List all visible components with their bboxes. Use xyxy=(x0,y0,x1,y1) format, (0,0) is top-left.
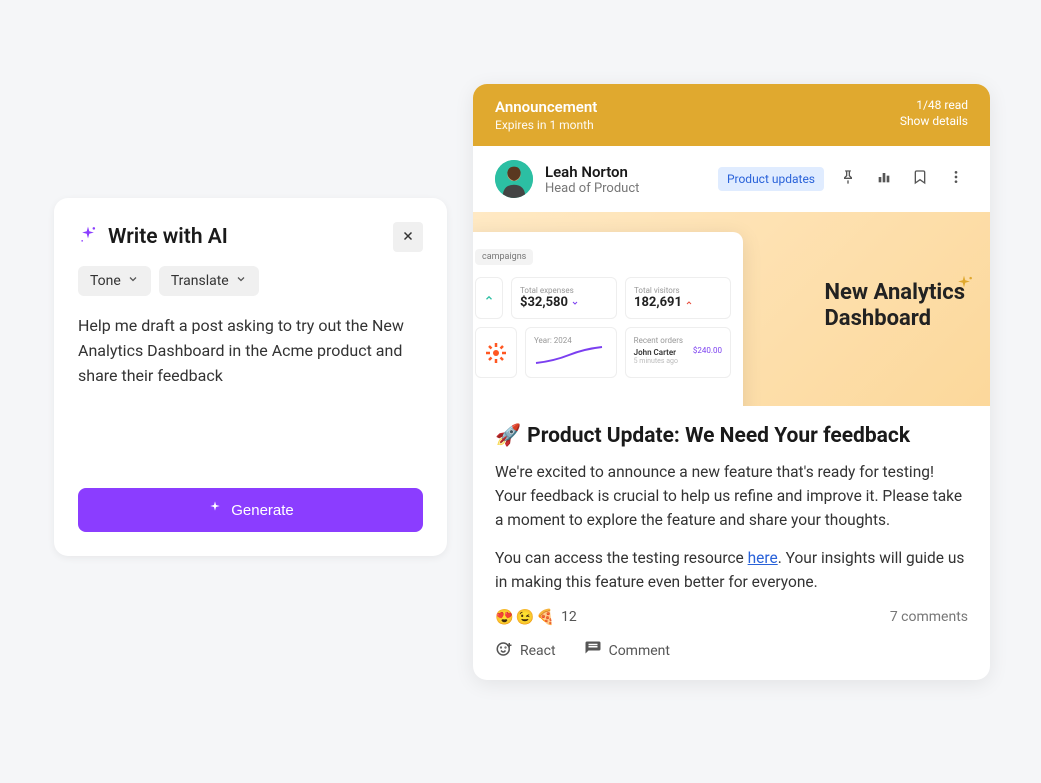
comment-label: Comment xyxy=(609,643,670,659)
dash-year: Year: 2024 xyxy=(534,336,608,345)
dash-orders-label: Recent orders xyxy=(634,336,722,345)
post-paragraph: You can access the testing resource here… xyxy=(495,546,968,594)
dash-orders-card: Recent orders John Carter 5 minutes ago … xyxy=(625,327,731,378)
hero-title-line1: New Analytics xyxy=(825,280,966,305)
comment-icon xyxy=(584,640,602,662)
sparkle-icon xyxy=(207,500,223,520)
reaction-emoji: 😉 xyxy=(516,608,535,626)
actions-row: React Comment xyxy=(495,636,968,662)
reaction-emojis[interactable]: 😍 😉 🍕 12 xyxy=(495,608,577,626)
tone-label: Tone xyxy=(90,273,121,289)
announcement-label: Announcement xyxy=(495,98,597,116)
resource-link[interactable]: here xyxy=(748,549,778,567)
show-details-link[interactable]: Show details xyxy=(900,114,968,128)
ai-title-wrap: Write with AI xyxy=(78,225,228,249)
dash-card-value: 182,691 xyxy=(634,295,682,310)
author-role: Head of Product xyxy=(545,181,706,196)
author-name: Leah Norton xyxy=(545,163,706,181)
reaction-emoji: 😍 xyxy=(495,608,514,626)
dash-card-value: $32,580 xyxy=(520,295,568,310)
close-button[interactable] xyxy=(393,222,423,252)
react-label: React xyxy=(520,643,556,659)
read-status: 1/48 read xyxy=(900,98,968,112)
announcement-right: 1/48 read Show details xyxy=(900,98,968,128)
reaction-count: 12 xyxy=(561,609,577,625)
ai-panel-header: Write with AI xyxy=(78,222,423,252)
react-button[interactable]: React xyxy=(495,640,556,662)
hero-image: campaigns Total expenses $32,580 Total v… xyxy=(473,212,990,406)
dashboard-preview: campaigns Total expenses $32,580 Total v… xyxy=(473,232,743,406)
tool-row: Tone Translate xyxy=(78,266,423,296)
react-icon xyxy=(495,640,513,662)
bookmark-button[interactable] xyxy=(908,167,932,191)
dash-visitors-card: Total visitors 182,691 xyxy=(625,277,731,319)
dash-card-label: Total expenses xyxy=(520,286,608,295)
bar-chart-icon xyxy=(876,169,892,189)
dash-tab: campaigns xyxy=(475,249,533,265)
chevron-down-icon xyxy=(127,273,139,289)
write-ai-panel: Write with AI Tone Translate Help me dra… xyxy=(54,198,447,556)
post-card: Announcement Expires in 1 month 1/48 rea… xyxy=(473,84,990,680)
comments-count[interactable]: 7 comments xyxy=(890,609,968,625)
dash-logo xyxy=(475,327,517,378)
translate-label: Translate xyxy=(171,273,229,289)
reaction-emoji: 🍕 xyxy=(536,608,555,626)
pin-button[interactable] xyxy=(836,167,860,191)
analytics-button[interactable] xyxy=(872,167,896,191)
comment-button[interactable]: Comment xyxy=(584,640,670,662)
author-bar: Leah Norton Head of Product Product upda… xyxy=(473,146,990,212)
announcement-bar: Announcement Expires in 1 month 1/48 rea… xyxy=(473,84,990,146)
dash-order-sub: 5 minutes ago xyxy=(634,357,722,365)
post-title: 🚀 Product Update: We Need Your feedback xyxy=(495,424,968,448)
tone-dropdown[interactable]: Tone xyxy=(78,266,151,296)
ai-panel-title: Write with AI xyxy=(108,225,228,249)
announcement-left: Announcement Expires in 1 month xyxy=(495,98,597,132)
post-paragraph: We're excited to announce a new feature … xyxy=(495,460,968,532)
author-info: Leah Norton Head of Product xyxy=(545,163,706,196)
post-title-text: Product Update: We Need Your feedback xyxy=(527,424,910,448)
category-tag[interactable]: Product updates xyxy=(718,167,824,191)
post-body: 🚀 Product Update: We Need Your feedback … xyxy=(473,406,990,680)
hero-title-line2: Dashboard xyxy=(825,306,932,331)
bookmark-icon xyxy=(912,169,928,189)
translate-dropdown[interactable]: Translate xyxy=(159,266,259,296)
hero-title: New Analytics Dashboard xyxy=(825,280,966,333)
dash-chart-card: Year: 2024 xyxy=(525,327,617,378)
dash-card-label: Total visitors xyxy=(634,286,722,295)
more-vertical-icon xyxy=(948,169,964,189)
announcement-expires: Expires in 1 month xyxy=(495,118,597,132)
close-icon xyxy=(401,228,415,247)
ai-prompt-text[interactable]: Help me draft a post asking to try out t… xyxy=(78,314,423,388)
avatar[interactable] xyxy=(495,160,533,198)
rocket-icon: 🚀 xyxy=(495,424,521,448)
sparkle-icon xyxy=(78,225,98,249)
para2-prefix: You can access the testing resource xyxy=(495,549,748,567)
generate-label: Generate xyxy=(231,502,294,519)
reactions-row: 😍 😉 🍕 12 7 comments xyxy=(495,608,968,626)
more-button[interactable] xyxy=(944,167,968,191)
dash-arrow-card xyxy=(475,277,503,319)
dash-expenses-card: Total expenses $32,580 xyxy=(511,277,617,319)
generate-button[interactable]: Generate xyxy=(78,488,423,532)
chevron-down-icon xyxy=(235,273,247,289)
dash-order-price: $240.00 xyxy=(693,346,722,355)
pin-icon xyxy=(840,169,856,189)
